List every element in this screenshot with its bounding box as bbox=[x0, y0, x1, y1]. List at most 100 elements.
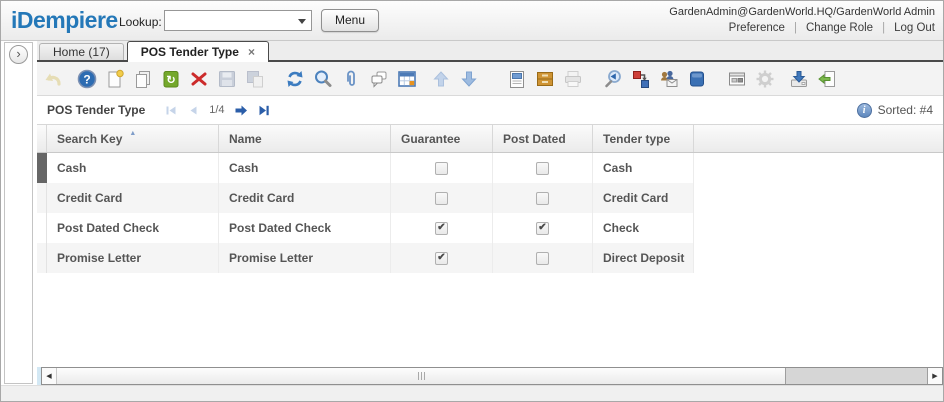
guarantee-checkbox[interactable] bbox=[435, 252, 448, 265]
cell-name[interactable]: Post Dated Check bbox=[219, 213, 391, 243]
bottom-strip bbox=[1, 385, 943, 402]
cell-name[interactable]: Promise Letter bbox=[219, 243, 391, 273]
info-icon[interactable]: i bbox=[857, 103, 872, 118]
export-icon[interactable] bbox=[786, 66, 812, 92]
horizontal-scrollbar-row: ◀ ▶ bbox=[37, 367, 943, 385]
first-record-icon bbox=[165, 104, 178, 117]
refresh-icon[interactable] bbox=[282, 66, 308, 92]
cell-search-key[interactable]: Credit Card bbox=[47, 183, 219, 213]
toolbar: ? ↻ bbox=[37, 62, 944, 96]
column-header-name[interactable]: Name bbox=[219, 125, 391, 152]
cell-guarantee bbox=[391, 213, 493, 243]
column-header-search-key[interactable]: Search Key▲ bbox=[47, 125, 219, 152]
data-grid: Search Key▲Name Guarantee Post Dated Tender… bbox=[37, 124, 944, 273]
cell-tender-type[interactable]: Credit Card bbox=[593, 183, 694, 213]
row-filler bbox=[694, 243, 944, 273]
cell-tender-type[interactable]: Cash bbox=[593, 153, 694, 183]
tab-label: POS Tender Type bbox=[141, 45, 239, 59]
new-record-icon[interactable] bbox=[102, 66, 128, 92]
find-icon[interactable] bbox=[310, 66, 336, 92]
help-icon[interactable]: ? bbox=[74, 66, 100, 92]
guarantee-checkbox[interactable] bbox=[435, 192, 448, 205]
preference-link[interactable]: Preference bbox=[729, 22, 785, 34]
idempiere-logo: iDempiere bbox=[11, 7, 118, 34]
table-row[interactable]: Credit CardCredit CardCredit Card bbox=[37, 183, 944, 213]
log-out-link[interactable]: Log Out bbox=[894, 22, 935, 34]
scrollbar-track[interactable] bbox=[786, 368, 927, 384]
attachment-icon[interactable] bbox=[338, 66, 364, 92]
copy-record-icon[interactable] bbox=[130, 66, 156, 92]
requests-icon[interactable] bbox=[656, 66, 682, 92]
table-row[interactable]: Post Dated CheckPost Dated Check Check bbox=[37, 213, 944, 243]
grid-toggle-icon[interactable] bbox=[394, 66, 420, 92]
tab-close-icon[interactable]: × bbox=[248, 47, 255, 57]
cell-guarantee bbox=[391, 153, 493, 183]
guarantee-checkbox[interactable] bbox=[435, 222, 448, 235]
guarantee-checkbox[interactable] bbox=[435, 162, 448, 175]
column-header-tender-type[interactable]: Tender type bbox=[593, 125, 694, 152]
undo-icon bbox=[40, 66, 66, 92]
chat-icon[interactable] bbox=[366, 66, 392, 92]
cell-tender-type[interactable]: Check bbox=[593, 213, 694, 243]
row-select-indicator[interactable] bbox=[37, 153, 47, 183]
sort-status: i Sorted: #4 bbox=[857, 103, 933, 118]
row-select-indicator[interactable] bbox=[37, 213, 47, 243]
zoom-across-icon[interactable] bbox=[600, 66, 626, 92]
table-row[interactable]: CashCashCash bbox=[37, 153, 944, 183]
column-label: Guarantee bbox=[401, 132, 460, 146]
post-dated-checkbox[interactable] bbox=[536, 192, 549, 205]
post-dated-checkbox[interactable] bbox=[536, 252, 549, 265]
scroll-right-button[interactable]: ▶ bbox=[927, 368, 942, 384]
table-row[interactable]: Promise LetterPromise Letter Direct Depos… bbox=[37, 243, 944, 273]
column-label: Post Dated bbox=[503, 132, 566, 146]
cell-post-dated bbox=[493, 153, 593, 183]
post-dated-checkbox[interactable] bbox=[536, 222, 549, 235]
cell-tender-type[interactable]: Direct Deposit bbox=[593, 243, 694, 273]
detail-record-icon[interactable] bbox=[456, 66, 482, 92]
svg-text:↻: ↻ bbox=[166, 74, 175, 86]
last-record-icon[interactable] bbox=[257, 104, 270, 117]
sorted-label: Sorted: #4 bbox=[878, 103, 933, 117]
report-icon[interactable] bbox=[504, 66, 530, 92]
column-header-guarantee[interactable]: Guarantee bbox=[391, 125, 493, 152]
header-filler bbox=[694, 125, 944, 152]
cell-post-dated bbox=[493, 243, 593, 273]
cell-search-key[interactable]: Post Dated Check bbox=[47, 213, 219, 243]
archive-icon[interactable] bbox=[532, 66, 558, 92]
main-area: Home (17) POS Tender Type × ? ↻ bbox=[37, 41, 944, 402]
tab-home-17[interactable]: Home (17) bbox=[39, 43, 124, 60]
save-create-new-icon bbox=[242, 66, 268, 92]
next-record-icon[interactable] bbox=[234, 104, 248, 117]
window-customize-icon[interactable] bbox=[724, 66, 750, 92]
collapsed-side-panel: › bbox=[4, 42, 33, 384]
cell-search-key[interactable]: Cash bbox=[47, 153, 219, 183]
row-select-indicator[interactable] bbox=[37, 243, 47, 273]
tab-strip: Home (17) POS Tender Type × bbox=[37, 41, 944, 62]
expand-panel-button[interactable]: › bbox=[9, 45, 28, 64]
cell-name[interactable]: Credit Card bbox=[219, 183, 391, 213]
idempiere-window: iDempiere Lookup: Menu GardenAdmin@Garde… bbox=[0, 0, 944, 402]
product-info-icon[interactable] bbox=[684, 66, 710, 92]
chevron-down-icon[interactable] bbox=[298, 19, 306, 24]
grid-body: CashCashCashCredit CardCredit CardCredit… bbox=[37, 153, 944, 273]
delete-record-icon[interactable]: ↻ bbox=[158, 66, 184, 92]
delete-selection-icon[interactable] bbox=[186, 66, 212, 92]
row-select-indicator[interactable] bbox=[37, 183, 47, 213]
horizontal-scrollbar[interactable]: ◀ ▶ bbox=[41, 367, 943, 385]
row-filler bbox=[694, 153, 944, 183]
cell-search-key[interactable]: Promise Letter bbox=[47, 243, 219, 273]
workflow-icon[interactable] bbox=[628, 66, 654, 92]
change-role-link[interactable]: Change Role bbox=[806, 22, 873, 34]
menu-button[interactable]: Menu bbox=[321, 9, 379, 32]
exit-icon[interactable] bbox=[814, 66, 840, 92]
cell-post-dated bbox=[493, 183, 593, 213]
column-header-post-dated[interactable]: Post Dated bbox=[493, 125, 593, 152]
lookup-combobox[interactable] bbox=[164, 10, 312, 31]
scroll-left-button[interactable]: ◀ bbox=[42, 368, 57, 384]
post-dated-checkbox[interactable] bbox=[536, 162, 549, 175]
tab-pos-tender-type[interactable]: POS Tender Type × bbox=[127, 41, 269, 62]
lookup-input[interactable] bbox=[166, 12, 294, 29]
logged-in-user: GardenAdmin@GardenWorld.HQ/GardenWorld A… bbox=[669, 6, 935, 18]
scrollbar-thumb[interactable] bbox=[57, 368, 786, 384]
cell-name[interactable]: Cash bbox=[219, 153, 391, 183]
